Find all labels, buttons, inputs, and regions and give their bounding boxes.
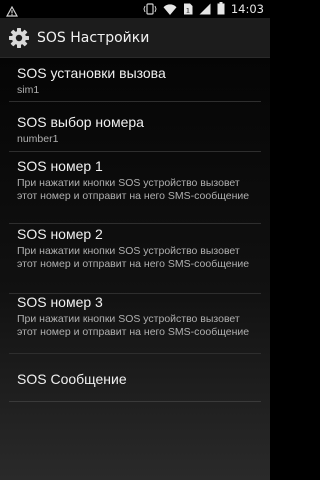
- clock: 14:03: [230, 2, 264, 16]
- page-title: SOS Настройки: [37, 30, 150, 46]
- setting-summary: При нажатии кнопки SOS устройство вызове…: [17, 177, 250, 202]
- setting-sos-message[interactable]: SOS Сообщение: [9, 354, 261, 402]
- setting-title: SOS номер 1: [17, 158, 103, 174]
- signal-icon: [199, 0, 211, 19]
- svg-text:1: 1: [186, 6, 190, 14]
- setting-title: SOS Сообщение: [17, 371, 127, 387]
- setting-title: SOS номер 2: [17, 226, 103, 242]
- setting-summary: При нажатии кнопки SOS устройство вызове…: [17, 245, 250, 270]
- screen: 1 14:03 SOS Настройки SOS установки вызо…: [0, 0, 270, 480]
- sim-icon: 1: [183, 0, 193, 19]
- setting-sos-number-3[interactable]: SOS номер 3 При нажатии кнопки SOS устро…: [9, 294, 261, 354]
- battery-icon: [217, 0, 225, 19]
- status-bar: 1 14:03: [0, 0, 270, 18]
- setting-title: SOS номер 3: [17, 294, 103, 310]
- vibrate-icon: [143, 0, 157, 19]
- setting-sos-number-1[interactable]: SOS номер 1 При нажатии кнопки SOS устро…: [9, 152, 261, 224]
- setting-summary: При нажатии кнопки SOS устройство вызове…: [17, 313, 250, 338]
- wifi-icon: [163, 0, 177, 19]
- settings-list: SOS установки вызова sim1 SOS выбор номе…: [0, 58, 270, 480]
- setting-sos-number-2[interactable]: SOS номер 2 При нажатии кнопки SOS устро…: [9, 224, 261, 294]
- setting-title: SOS установки вызова: [17, 65, 166, 81]
- setting-sos-call-setup[interactable]: SOS установки вызова sim1: [9, 58, 261, 102]
- setting-sos-number-select[interactable]: SOS выбор номера number1: [9, 102, 261, 152]
- setting-summary: sim1: [17, 84, 40, 96]
- gear-icon[interactable]: [8, 27, 30, 49]
- setting-summary: number1: [17, 133, 59, 145]
- status-icons: 1 14:03: [143, 0, 264, 18]
- setting-title: SOS выбор номера: [17, 114, 144, 130]
- action-bar: SOS Настройки: [0, 18, 270, 58]
